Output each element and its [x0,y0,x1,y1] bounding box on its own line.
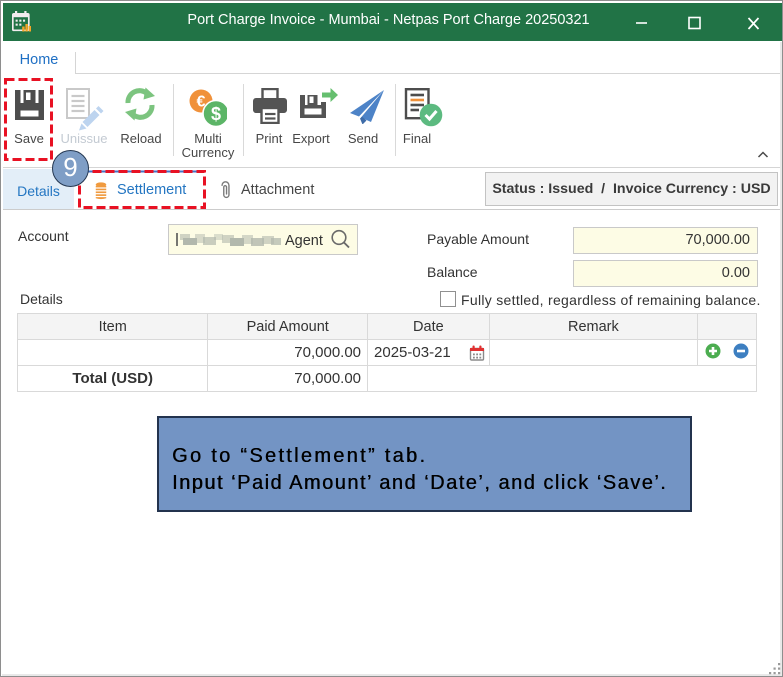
svg-text:$: $ [211,104,221,124]
svg-text:Agent: Agent [285,233,323,249]
